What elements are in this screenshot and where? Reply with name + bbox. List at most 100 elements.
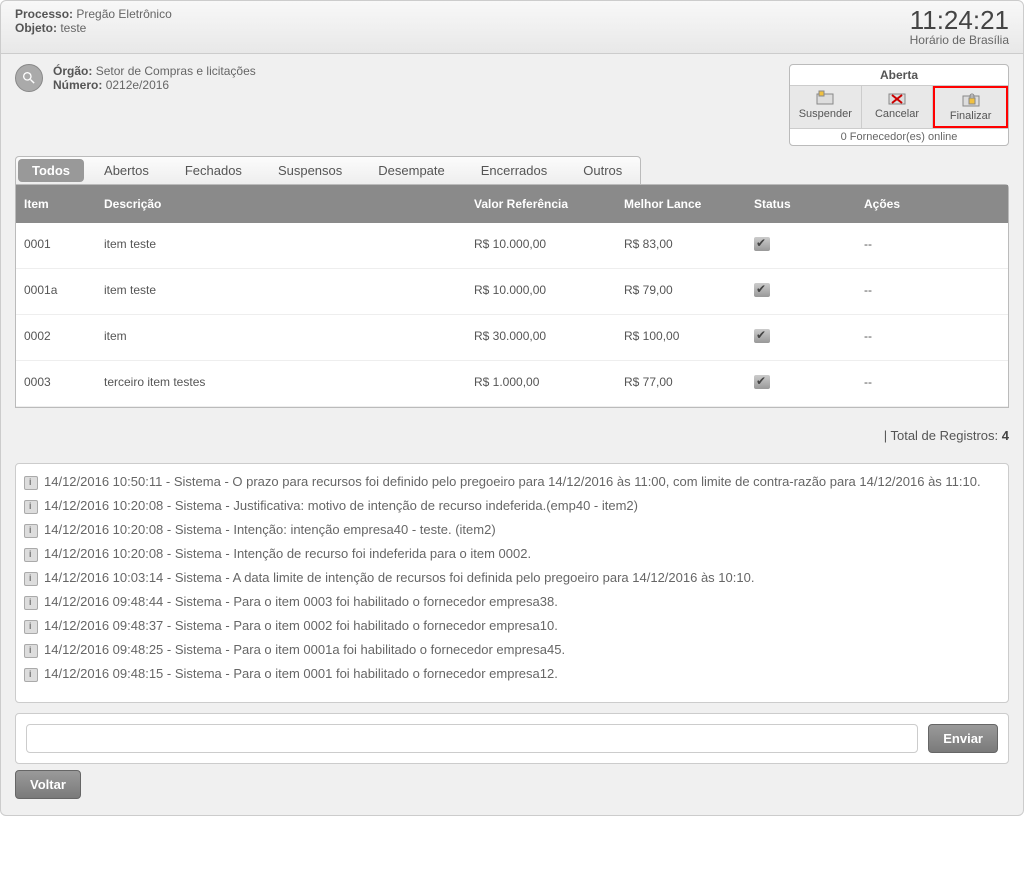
info-icon xyxy=(24,548,38,562)
log-text: 14/12/2016 09:48:37 - Sistema - Para o i… xyxy=(44,618,558,633)
log-text: 14/12/2016 10:20:08 - Sistema - Intenção… xyxy=(44,546,531,561)
tab-abertos[interactable]: Abertos xyxy=(86,157,167,184)
tab-todos[interactable]: Todos xyxy=(18,159,84,182)
cell-status xyxy=(746,361,856,406)
check-icon[interactable] xyxy=(754,329,770,343)
check-icon[interactable] xyxy=(754,283,770,297)
suspender-button[interactable]: Suspender xyxy=(790,86,862,128)
log-line: 14/12/2016 10:20:08 - Sistema - Justific… xyxy=(22,494,1002,518)
cell-melhor: R$ 83,00 xyxy=(616,223,746,268)
log-text: 14/12/2016 10:50:11 - Sistema - O prazo … xyxy=(44,474,981,489)
cell-item: 0002 xyxy=(16,315,96,360)
status-panel: Aberta Suspender Cancelar Finalizar 0 Fo… xyxy=(789,64,1009,146)
cell-status xyxy=(746,223,856,268)
log-text: 14/12/2016 10:03:14 - Sistema - A data l… xyxy=(44,570,754,585)
log-line: 14/12/2016 10:20:08 - Sistema - Intenção… xyxy=(22,518,1002,542)
info-icon xyxy=(24,500,38,514)
header-bar: Processo: Pregão Eletrônico Objeto: test… xyxy=(1,1,1023,54)
cell-ref: R$ 10.000,00 xyxy=(466,269,616,314)
numero-value: 0212e/2016 xyxy=(106,78,169,92)
table-row[interactable]: 0002itemR$ 30.000,00R$ 100,00-- xyxy=(16,315,1008,361)
col-status: Status xyxy=(746,185,856,223)
cancelar-button[interactable]: Cancelar xyxy=(862,86,934,128)
cell-desc: terceiro item testes xyxy=(96,361,466,406)
tabs: Todos Abertos Fechados Suspensos Desempa… xyxy=(15,156,641,184)
info-icon xyxy=(24,476,38,490)
table-row[interactable]: 0003terceiro item testesR$ 1.000,00R$ 77… xyxy=(16,361,1008,407)
tab-fechados[interactable]: Fechados xyxy=(167,157,260,184)
col-item: Item xyxy=(16,185,96,223)
objeto-label: Objeto: xyxy=(15,21,57,35)
send-button[interactable]: Enviar xyxy=(928,724,998,753)
col-descricao: Descrição xyxy=(96,185,466,223)
log-line: 14/12/2016 10:03:14 - Sistema - A data l… xyxy=(22,566,1002,590)
cell-item: 0003 xyxy=(16,361,96,406)
info-icon xyxy=(24,596,38,610)
tab-desempate[interactable]: Desempate xyxy=(360,157,462,184)
tab-encerrados[interactable]: Encerrados xyxy=(463,157,565,184)
log-text: 14/12/2016 09:48:44 - Sistema - Para o i… xyxy=(44,594,558,609)
log-text: 14/12/2016 10:20:08 - Sistema - Justific… xyxy=(44,498,638,513)
log-line: 14/12/2016 09:48:37 - Sistema - Para o i… xyxy=(22,614,1002,638)
cell-melhor: R$ 77,00 xyxy=(616,361,746,406)
orgao-label: Órgão: xyxy=(53,64,92,78)
log-line: 14/12/2016 09:48:25 - Sistema - Para o i… xyxy=(22,638,1002,662)
cell-ref: R$ 10.000,00 xyxy=(466,223,616,268)
log-panel[interactable]: 14/12/2016 10:50:11 - Sistema - O prazo … xyxy=(15,463,1009,703)
col-melhor: Melhor Lance xyxy=(616,185,746,223)
info-icon xyxy=(24,668,38,682)
chat-input[interactable] xyxy=(26,724,918,753)
suspend-icon xyxy=(816,90,834,106)
cell-ref: R$ 1.000,00 xyxy=(466,361,616,406)
finalizar-button[interactable]: Finalizar xyxy=(933,86,1008,128)
cell-desc: item xyxy=(96,315,466,360)
numero-label: Número: xyxy=(53,78,102,92)
processo-value: Pregão Eletrônico xyxy=(76,7,171,21)
cell-acoes: -- xyxy=(856,223,986,268)
cell-acoes: -- xyxy=(856,315,986,360)
log-line: 14/12/2016 10:50:11 - Sistema - O prazo … xyxy=(22,470,1002,494)
cell-desc: item teste xyxy=(96,269,466,314)
tab-suspensos[interactable]: Suspensos xyxy=(260,157,360,184)
fornecedores-online: 0 Fornecedor(es) online xyxy=(790,128,1008,145)
timezone: Horário de Brasília xyxy=(910,33,1009,47)
log-line: 14/12/2016 09:48:44 - Sistema - Para o i… xyxy=(22,590,1002,614)
log-text: 14/12/2016 09:48:15 - Sistema - Para o i… xyxy=(44,666,558,681)
cell-item: 0001a xyxy=(16,269,96,314)
cell-acoes: -- xyxy=(856,361,986,406)
cell-acoes: -- xyxy=(856,269,986,314)
cell-melhor: R$ 100,00 xyxy=(616,315,746,360)
info-icon xyxy=(24,572,38,586)
info-icon xyxy=(24,524,38,538)
cell-item: 0001 xyxy=(16,223,96,268)
table-row[interactable]: 0001item testeR$ 10.000,00R$ 83,00 -- xyxy=(16,223,1008,269)
chat-row: Enviar xyxy=(15,713,1009,764)
col-acoes: Ações xyxy=(856,185,986,223)
table-row[interactable]: 0001aitem testeR$ 10.000,00R$ 79,00 -- xyxy=(16,269,1008,315)
info-icon xyxy=(24,620,38,634)
cell-status xyxy=(746,315,856,360)
log-line: 14/12/2016 09:48:15 - Sistema - Para o i… xyxy=(22,662,1002,686)
cell-melhor: R$ 79,00 xyxy=(616,269,746,314)
orgao-value: Setor de Compras e licitações xyxy=(96,64,256,78)
check-icon[interactable] xyxy=(754,237,770,251)
cancel-icon xyxy=(888,90,906,106)
search-icon[interactable] xyxy=(15,64,43,92)
tab-outros[interactable]: Outros xyxy=(565,157,640,184)
objeto-value: teste xyxy=(60,21,86,35)
cell-status xyxy=(746,269,856,314)
processo-label: Processo: xyxy=(15,7,73,21)
finalize-icon xyxy=(962,92,980,108)
status-title: Aberta xyxy=(790,65,1008,86)
items-table: Item Descrição Valor Referência Melhor L… xyxy=(15,184,1009,408)
log-line: 14/12/2016 10:20:08 - Sistema - Intenção… xyxy=(22,542,1002,566)
log-text: 14/12/2016 09:48:25 - Sistema - Para o i… xyxy=(44,642,565,657)
check-icon[interactable] xyxy=(754,375,770,389)
log-text: 14/12/2016 10:20:08 - Sistema - Intenção… xyxy=(44,522,496,537)
info-icon xyxy=(24,644,38,658)
back-button[interactable]: Voltar xyxy=(15,770,81,799)
cell-desc: item teste xyxy=(96,223,466,268)
totals: | Total de Registros: 4 xyxy=(1,408,1023,453)
col-valor-ref: Valor Referência xyxy=(466,185,616,223)
clock: 11:24:21 xyxy=(910,7,1009,33)
